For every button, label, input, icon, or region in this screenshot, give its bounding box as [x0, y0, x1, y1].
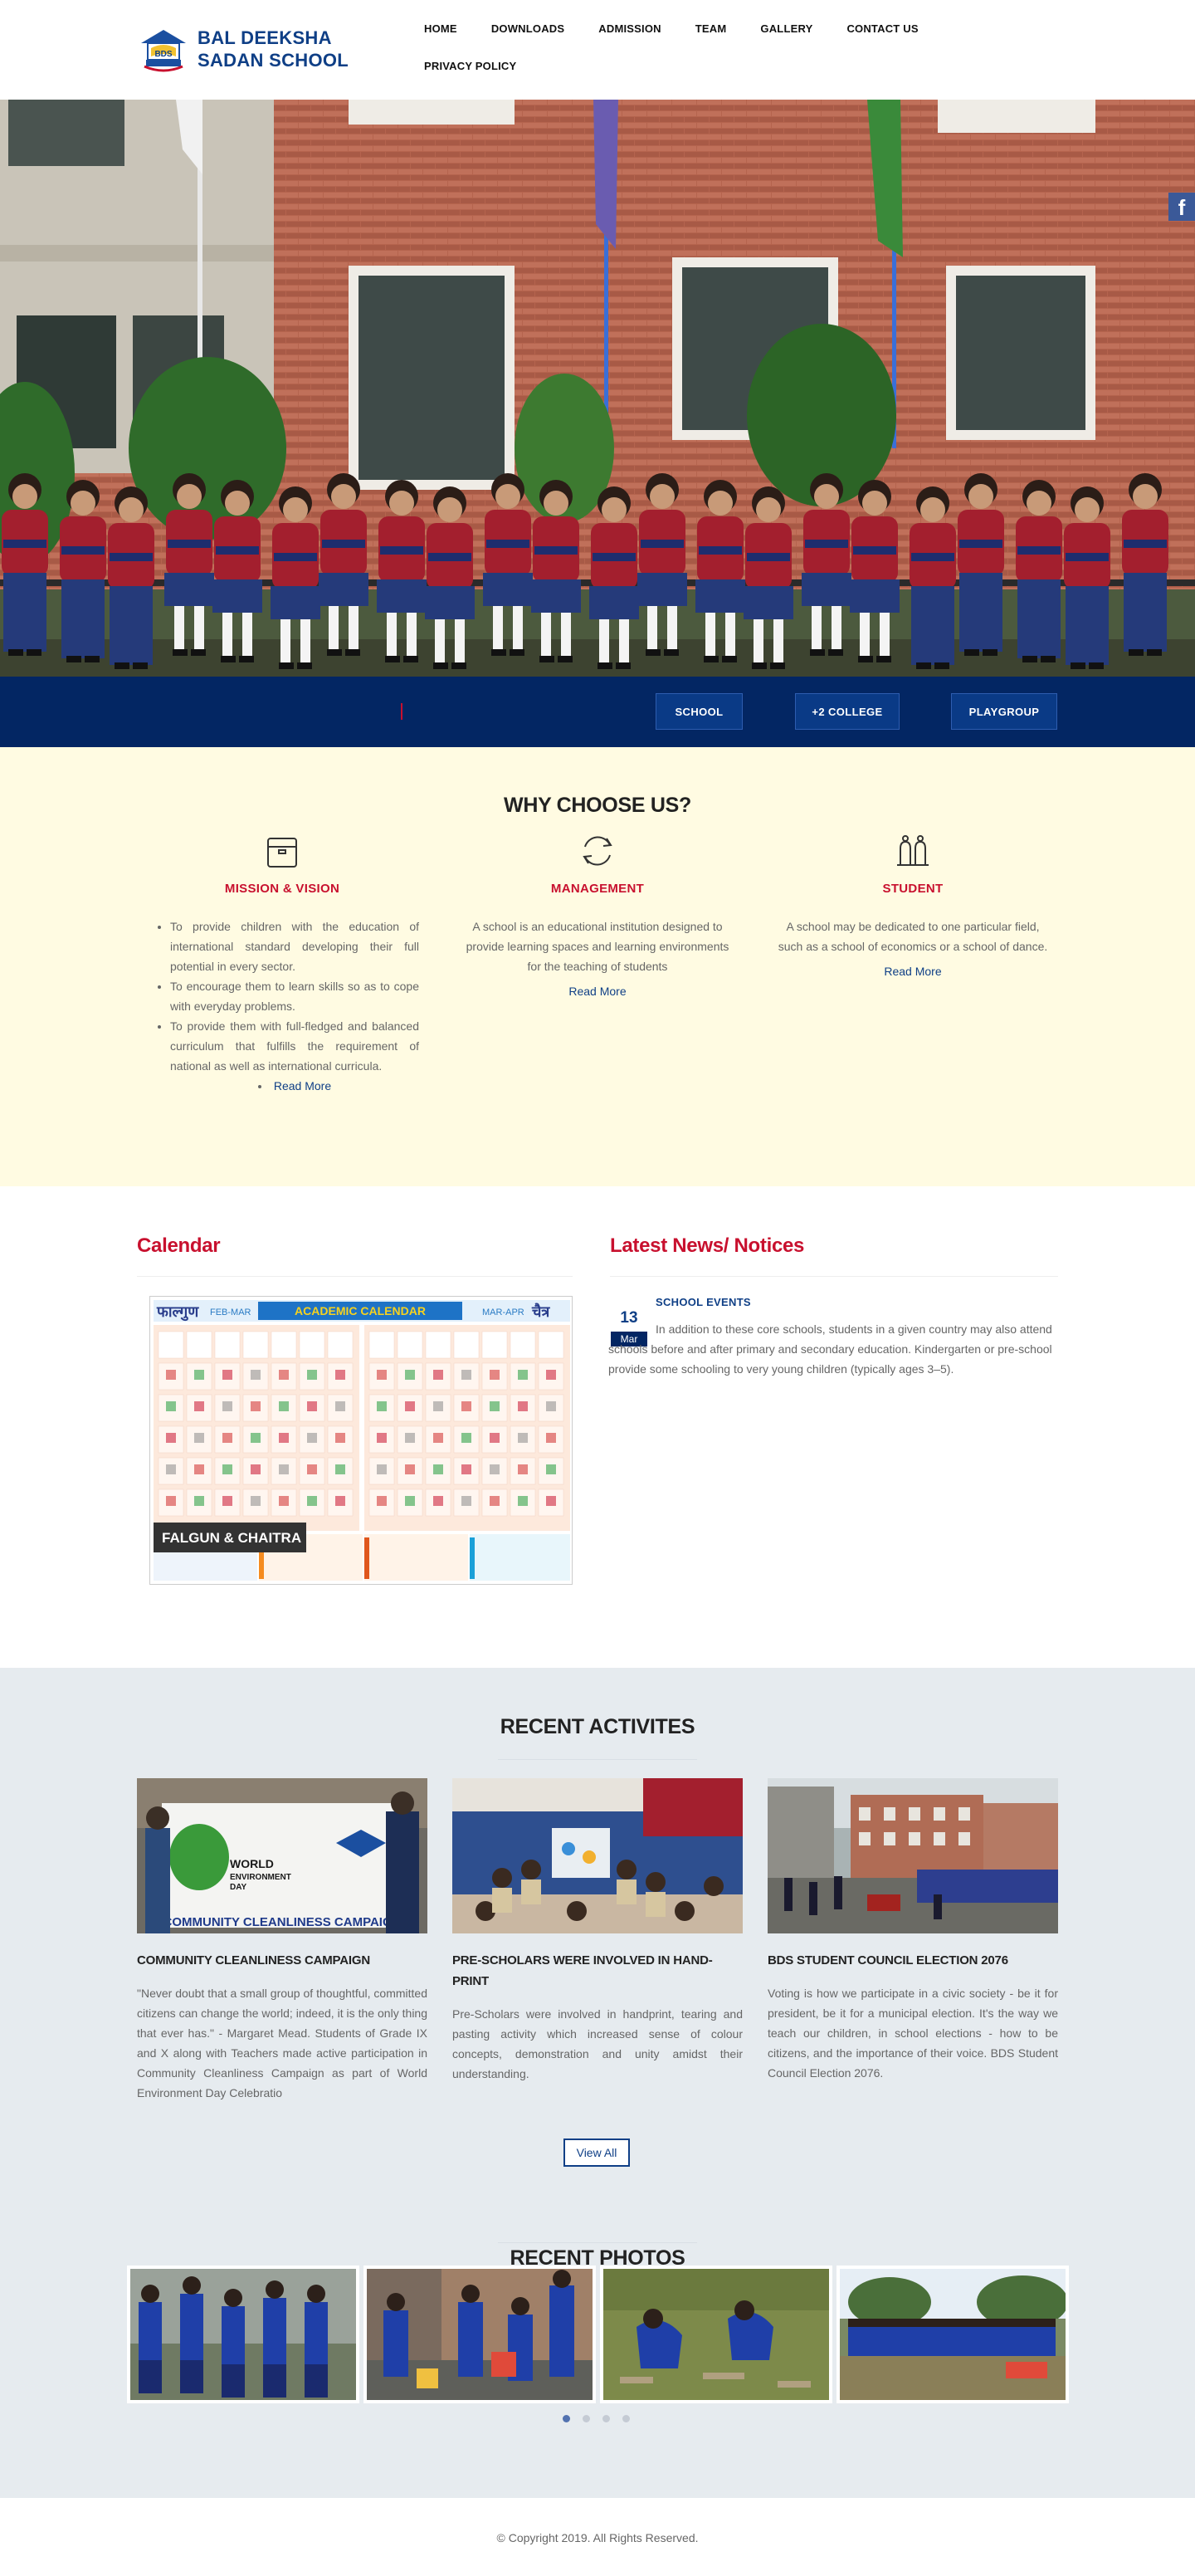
site-name-line1: BAL DEEKSHA [198, 27, 332, 48]
carousel-dot[interactable] [622, 2415, 630, 2422]
mission-list: To provide children with the education o… [137, 917, 427, 1096]
carousel-dots [563, 2415, 642, 2422]
school-crest-icon: BDS [138, 23, 189, 75]
activity-image-election[interactable] [768, 1778, 1058, 1933]
nav-downloads[interactable]: DOWNLOADS [491, 20, 564, 38]
banner-line1: WORLD [230, 1857, 274, 1870]
photos-title: RECENT PHOTOS [510, 2246, 685, 2270]
mission-column: MISSION & VISION To provide children wit… [137, 830, 427, 1096]
cal-caption: FALGUN & CHAITRA [162, 1530, 301, 1546]
playgroup-button[interactable]: PLAYGROUP [951, 693, 1057, 730]
cal-banner: ACADEMIC CALENDAR [295, 1304, 426, 1317]
management-title: MANAGEMENT [550, 882, 645, 896]
mission-bullet: To provide children with the education o… [170, 917, 419, 976]
mission-title: MISSION & VISION [224, 882, 340, 896]
news-item-text: In addition to these core schools, stude… [608, 1322, 1052, 1376]
cal-month-left: फाल्गुण [156, 1303, 199, 1322]
news-item-title[interactable]: SCHOOL EVENTS [656, 1296, 751, 1308]
activities-title: RECENT ACTIVITES [500, 1715, 695, 1738]
cal-range-left: FEB-MAR [210, 1308, 251, 1317]
activities-divider [498, 1759, 697, 1760]
site-name: BAL DEEKSHA SADAN SCHOOL [198, 27, 349, 71]
site-header: BDS BAL DEEKSHA SADAN SCHOOL HOME DOWNLO… [0, 0, 1195, 100]
activity-text: Voting is how we participate in a civic … [768, 1987, 1058, 2080]
refresh-icon [577, 830, 618, 872]
carousel-dot[interactable] [583, 2415, 590, 2422]
calendar-heading: Calendar [137, 1234, 221, 1257]
program-bar: SCHOOL +2 COLLEGE PLAYGROUP [0, 677, 1195, 747]
school-button[interactable]: SCHOOL [656, 693, 743, 730]
nav-admission[interactable]: ADMISSION [598, 20, 661, 38]
logo-badge-text: BDS [154, 50, 172, 59]
photo-thumb[interactable] [836, 2266, 1069, 2403]
why-choose-us-section: WHY CHOOSE US? MISSION & VISION To provi… [0, 747, 1195, 1186]
box-icon [261, 830, 303, 872]
student-text: A school may be dedicated to one particu… [778, 920, 1048, 953]
main-nav: HOME DOWNLOADS ADMISSION TEAM GALLERY CO… [424, 20, 955, 95]
activity-title[interactable]: BDS STUDENT COUNCIL ELECTION 2076 [768, 1950, 1058, 1971]
cal-range-right: MAR-APR [482, 1308, 524, 1317]
mission-read-more-item: Read More [170, 1076, 419, 1096]
nav-team[interactable]: TEAM [695, 20, 727, 38]
news-heading: Latest News/ Notices [610, 1234, 805, 1257]
hero-banner: f [0, 100, 1195, 677]
activity-card: PRE-SCHOLARS WERE INVOLVED IN HAND-PRINT… [452, 1778, 743, 2084]
photos-divider [498, 2242, 697, 2243]
management-read-more-link[interactable]: Read More [452, 985, 743, 998]
nav-gallery[interactable]: GALLERY [760, 20, 812, 38]
news-divider [610, 1276, 1058, 1277]
activity-text: "Never doubt that a small group of thoug… [137, 1987, 427, 2099]
banner-caption: COMMUNITY CLEANLINESS CAMPAIGN [163, 1915, 402, 1929]
academic-calendar-image[interactable]: फाल्गुण FEB-MAR ACADEMIC CALENDAR MAR-AP… [149, 1296, 573, 1585]
why-title: WHY CHOOSE US? [504, 794, 691, 817]
calendar-news-section: Calendar फाल्गुण FEB-MAR ACADEMIC CALEND… [0, 1186, 1195, 1668]
copyright-text: © Copyright 2019. All Rights Reserved. [496, 2531, 699, 2544]
calendar-divider [137, 1276, 573, 1277]
nav-privacy-policy[interactable]: PRIVACY POLICY [424, 57, 516, 76]
activity-card: WORLD ENVIRONMENT DAY COMMUNITY CLEANLIN… [137, 1778, 427, 2103]
activity-title[interactable]: PRE-SCHOLARS WERE INVOLVED IN HAND-PRINT [452, 1950, 743, 1992]
mission-bullet: To provide them with full-fledged and ba… [170, 1016, 419, 1076]
management-column: MANAGEMENT A school is an educational in… [452, 830, 743, 998]
nav-home[interactable]: HOME [424, 20, 457, 38]
activity-title[interactable]: COMMUNITY CLEANLINESS CAMPAIGN [137, 1950, 427, 1971]
activity-image-handprint[interactable] [452, 1778, 743, 1933]
facebook-icon[interactable]: f [1168, 193, 1195, 221]
bar-accent [401, 703, 402, 720]
management-text: A school is an educational institution d… [466, 920, 729, 973]
student-read-more-link[interactable]: Read More [768, 965, 1058, 978]
site-logo[interactable]: BDS BAL DEEKSHA SADAN SCHOOL [138, 23, 349, 75]
college-button[interactable]: +2 COLLEGE [795, 693, 900, 730]
banner-line3: DAY [230, 1883, 247, 1892]
photo-thumb[interactable] [600, 2266, 832, 2403]
nav-contact-us[interactable]: CONTACT US [846, 20, 918, 38]
hands-icon [892, 830, 934, 872]
carousel-dot[interactable] [563, 2415, 570, 2422]
banner-line2: ENVIRONMENT [230, 1873, 291, 1882]
student-column: STUDENT A school may be dedicated to one… [768, 830, 1058, 978]
photo-thumb[interactable] [363, 2266, 596, 2403]
site-name-line2: SADAN SCHOOL [198, 50, 349, 71]
site-footer: © Copyright 2019. All Rights Reserved. [0, 2498, 1195, 2576]
view-all-button[interactable]: View All [563, 2139, 630, 2167]
recent-activities-section: RECENT ACTIVITES WORLD ENVIRONMENT DAY C… [0, 1668, 1195, 2498]
activity-image-cleanliness[interactable]: WORLD ENVIRONMENT DAY COMMUNITY CLEANLIN… [137, 1778, 427, 1933]
photo-thumb[interactable] [127, 2266, 359, 2403]
activity-card: BDS STUDENT COUNCIL ELECTION 2076 Voting… [768, 1778, 1058, 2083]
carousel-dot[interactable] [602, 2415, 610, 2422]
cal-month-right: चैत्र [531, 1303, 550, 1321]
mission-read-more-link[interactable]: Read More [274, 1079, 331, 1092]
student-title: STUDENT [882, 882, 944, 896]
activity-text: Pre-Scholars were involved in handprint,… [452, 2007, 743, 2080]
mission-bullet: To encourage them to learn skills so as … [170, 976, 419, 1016]
hero-photo [0, 100, 1195, 677]
